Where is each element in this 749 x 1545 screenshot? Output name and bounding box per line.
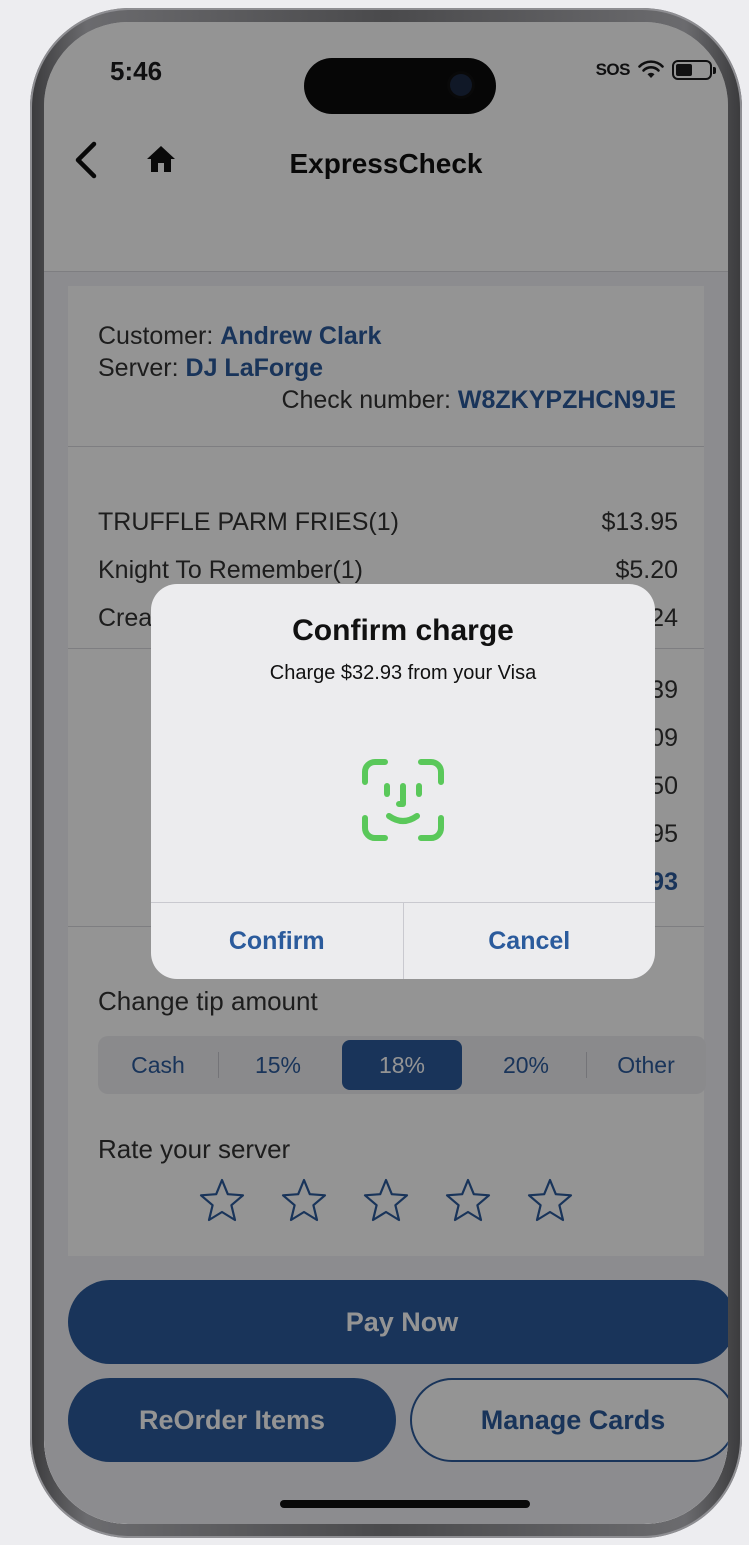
confirm-button[interactable]: Confirm [151, 903, 403, 979]
face-id-icon [362, 759, 444, 841]
alert-message: Charge $32.93 from your Visa [269, 662, 537, 684]
alert-title: Confirm charge [292, 614, 514, 647]
cancel-button[interactable]: Cancel [402, 903, 656, 979]
phone-screen: 5:46 SOS ExpressCheck Customer: Andrew C… [44, 22, 728, 1524]
alert-buttons: Confirm Cancel [151, 902, 655, 979]
confirm-charge-alert: Confirm charge Charge $32.93 from your V… [151, 584, 655, 979]
